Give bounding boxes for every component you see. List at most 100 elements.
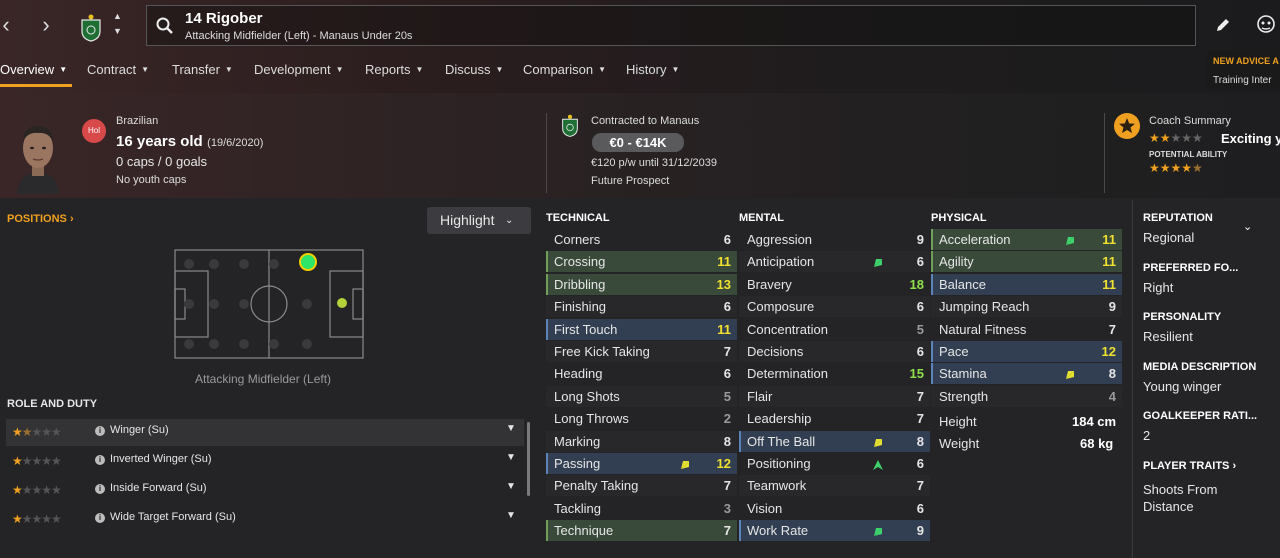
role-row[interactable]: ★★★★★ i Wide Target Forward (Su) ▼ <box>6 506 524 533</box>
forward-arrow-icon[interactable]: › <box>36 13 56 37</box>
tab-history[interactable]: History ▼ <box>626 58 679 86</box>
weight-label: Weight <box>939 436 980 451</box>
tab-discuss[interactable]: Discuss ▼ <box>445 58 503 86</box>
attribute-row[interactable]: Teamwork 7 <box>739 475 930 497</box>
chevron-down-icon: ▼ <box>59 65 68 74</box>
attribute-name: Off The Ball <box>747 433 816 449</box>
role-list-scrollbar[interactable] <box>527 422 530 496</box>
chevron-down-icon[interactable]: ▼ <box>506 452 516 463</box>
attribute-row[interactable]: Vision 6 <box>739 498 930 519</box>
attribute-row[interactable]: First Touch 11 <box>546 318 737 340</box>
highlight-dropdown[interactable]: Highlight ⌄ <box>427 207 531 234</box>
attribute-name: Corners <box>554 232 601 247</box>
attribute-value: 5 <box>723 388 731 404</box>
chevron-down-icon[interactable]: ▼ <box>506 510 516 521</box>
next-player-icon[interactable]: ▼ <box>113 26 122 36</box>
info-icon[interactable]: i <box>95 484 105 494</box>
attribute-row[interactable]: Flair 7 <box>739 385 930 407</box>
attribute-value: 7 <box>916 388 924 404</box>
attribute-row[interactable]: Work Rate 9 <box>739 520 930 542</box>
attribute-row[interactable]: Balance 11 <box>931 273 1122 295</box>
attribute-value: 7 <box>723 344 731 359</box>
attribute-row[interactable]: Technique 7 <box>546 520 737 542</box>
tab-overview[interactable]: Overview ▼ <box>0 58 67 86</box>
attribute-row[interactable]: Positioning 6 <box>739 453 930 474</box>
tab-contract[interactable]: Contract ▼ <box>87 58 149 86</box>
edit-icon[interactable] <box>1214 16 1232 34</box>
role-row[interactable]: ★★★★★ i Winger (Su) ▼ <box>6 419 524 446</box>
star-medal-icon <box>1114 113 1140 139</box>
tab-label: Contract <box>87 62 137 77</box>
attribute-row[interactable]: Composure 6 <box>739 296 930 318</box>
attribute-row[interactable]: Decisions 6 <box>739 341 930 362</box>
back-arrow-icon[interactable]: ‹ <box>0 13 16 37</box>
attribute-row[interactable]: Penalty Taking 7 <box>546 475 737 497</box>
attribute-name: Jumping Reach <box>939 299 1030 315</box>
attribute-row[interactable]: Determination 15 <box>739 363 930 384</box>
attribute-row[interactable]: Bravery 18 <box>739 274 930 295</box>
club-crest-icon[interactable] <box>80 12 102 42</box>
chevron-down-icon[interactable]: ⌄ <box>1243 220 1252 233</box>
attribute-row[interactable]: Passing 12 <box>546 453 737 474</box>
attribute-row[interactable]: Marking 8 <box>546 430 737 452</box>
info-icon[interactable]: i <box>95 455 105 465</box>
attribute-row[interactable]: Dribbling 13 <box>546 273 737 295</box>
info-icon[interactable]: i <box>95 513 105 523</box>
manager-face-icon[interactable] <box>1256 14 1276 36</box>
attribute-row[interactable]: Pace 12 <box>931 341 1122 362</box>
attribute-row[interactable]: Finishing 6 <box>546 296 737 318</box>
attribute-row[interactable]: Aggression 9 <box>739 229 930 250</box>
tab-development[interactable]: Development ▼ <box>254 58 344 86</box>
player-avatar[interactable] <box>13 118 63 194</box>
chevron-down-icon[interactable]: ▼ <box>506 423 516 434</box>
chevron-down-icon: ▼ <box>495 65 504 74</box>
attribute-value: 7 <box>916 411 924 427</box>
position-pitch[interactable] <box>174 249 364 359</box>
attribute-value: 6 <box>916 299 924 315</box>
attribute-row[interactable]: Strength 4 <box>931 385 1122 407</box>
attribute-row[interactable]: Leadership 7 <box>739 408 930 429</box>
attribute-row[interactable]: Off The Ball 8 <box>739 430 930 452</box>
position-label: Attacking Midfielder (Left) <box>195 372 332 386</box>
attribute-row[interactable]: Acceleration 11 <box>931 229 1122 250</box>
attribute-row[interactable]: Crossing 11 <box>546 251 737 273</box>
search-icon[interactable] <box>155 16 175 36</box>
attribute-row[interactable]: Agility 11 <box>931 251 1122 273</box>
attribute-row[interactable]: Free Kick Taking 7 <box>546 341 737 362</box>
age-label: 16 years old <box>116 133 203 150</box>
attribute-row[interactable]: Anticipation 6 <box>739 251 930 273</box>
role-row[interactable]: ★★★★★ i Inside Forward (Su) ▼ <box>6 477 524 504</box>
role-duty-title: ROLE AND DUTY <box>7 398 98 410</box>
attribute-name: Flair <box>747 388 773 404</box>
player-trait-line-2: Distance <box>1143 499 1194 514</box>
attribute-row[interactable]: Jumping Reach 9 <box>931 296 1122 318</box>
attribute-row[interactable]: Long Throws 2 <box>546 408 737 429</box>
attribute-row[interactable]: Long Shots 5 <box>546 385 737 407</box>
positions-title[interactable]: POSITIONS › <box>7 213 74 225</box>
previous-player-icon[interactable]: ▲ <box>113 11 122 21</box>
attribute-row[interactable]: Tackling 3 <box>546 498 737 519</box>
player-traits-title[interactable]: PLAYER TRAITS › <box>1143 460 1236 472</box>
attribute-row[interactable]: Stamina 8 <box>931 363 1122 385</box>
tab-label: Comparison <box>523 62 594 77</box>
role-row[interactable]: ★★★★★ i Inverted Winger (Su) ▼ <box>6 448 524 475</box>
progress-arrow-icon <box>872 458 884 470</box>
progress-arrow-icon <box>872 436 884 448</box>
attribute-name: Aggression <box>747 232 813 247</box>
new-advice-panel[interactable]: NEW ADVICE A Training Inter <box>1207 50 1280 90</box>
attribute-row[interactable]: Natural Fitness 7 <box>931 319 1122 340</box>
tab-comparison[interactable]: Comparison ▼ <box>523 58 606 86</box>
tab-reports[interactable]: Reports ▼ <box>365 58 423 86</box>
chevron-down-icon[interactable]: ▼ <box>506 481 516 492</box>
attribute-value: 8 <box>1108 366 1116 382</box>
attribute-value: 8 <box>723 433 731 449</box>
transfer-value-badge[interactable]: €0 - €14K <box>592 133 684 152</box>
attribute-row[interactable]: Concentration 5 <box>739 319 930 340</box>
player-search-box[interactable]: 14 Rigober Attacking Midfielder (Left) -… <box>146 5 1196 46</box>
attribute-value: 12 <box>716 456 731 471</box>
attribute-row[interactable]: Heading 6 <box>546 363 737 384</box>
attribute-row[interactable]: Corners 6 <box>546 229 737 250</box>
tab-transfer[interactable]: Transfer ▼ <box>172 58 233 86</box>
status-badge[interactable]: Hol <box>82 119 106 143</box>
info-icon[interactable]: i <box>95 426 105 436</box>
